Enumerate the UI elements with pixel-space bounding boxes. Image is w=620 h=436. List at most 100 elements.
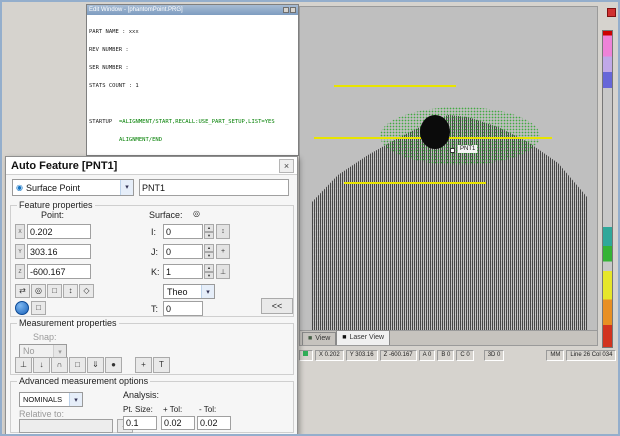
nominals-select[interactable]: NOMINALS ▾ bbox=[19, 392, 83, 407]
spinner-down-icon: ▾ bbox=[204, 272, 214, 280]
dialog-title: Auto Feature [PNT1] bbox=[11, 160, 117, 172]
spinner-up-icon: ▴ bbox=[204, 264, 214, 272]
spinner-up-icon: ▴ bbox=[204, 224, 214, 232]
surface-point-icon: ◉ bbox=[16, 183, 23, 192]
code-line: PART NAME : xxx bbox=[89, 29, 298, 35]
minus-tol-label: - Tol: bbox=[199, 405, 216, 414]
code-line: SER NUMBER : bbox=[89, 65, 298, 71]
double-arrow-down-icon[interactable]: ⇓ bbox=[87, 357, 104, 373]
advanced-options-label: Advanced measurement options bbox=[17, 376, 150, 386]
axis-y-button[interactable]: Y bbox=[15, 244, 25, 259]
analysis-label: Analysis: bbox=[123, 390, 159, 400]
perpendicular-icon[interactable]: ⊥ bbox=[15, 357, 32, 373]
laser-view[interactable]: PNT1 ■ View ■ Laser View bbox=[299, 6, 598, 346]
axis-z-button[interactable]: Z bbox=[15, 264, 25, 279]
feature-type-select[interactable]: ◉ Surface Point ▾ bbox=[12, 179, 134, 196]
status-a: A 0 bbox=[419, 350, 436, 361]
vector-k-input[interactable] bbox=[163, 264, 203, 279]
feature-type-value: Surface Point bbox=[26, 183, 80, 193]
tab-laser-view[interactable]: ■ Laser View bbox=[336, 330, 390, 345]
code-line: STARTUP=ALIGNMENT/START,RECALL:USE_PART_… bbox=[89, 119, 298, 125]
pt-size-input[interactable] bbox=[123, 416, 157, 430]
t-icon[interactable]: T bbox=[153, 357, 170, 373]
plus-tol-input[interactable] bbox=[161, 416, 195, 430]
status-b: B 0 bbox=[437, 350, 454, 361]
point-marker bbox=[450, 148, 455, 153]
feature-properties-label: Feature properties bbox=[17, 200, 95, 210]
read-point-button[interactable] bbox=[15, 301, 29, 315]
spinner-up-icon: ▴ bbox=[204, 244, 214, 252]
vector-i-aux-button[interactable]: ↕ bbox=[216, 224, 230, 239]
close-icon[interactable] bbox=[290, 7, 296, 13]
status-indicator bbox=[299, 350, 313, 361]
feature-properties-group: Feature properties Point: Surface: ◎ X Y… bbox=[10, 205, 294, 317]
square-icon[interactable]: □ bbox=[69, 357, 86, 373]
collapse-dialog-button[interactable]: << bbox=[261, 298, 293, 314]
advanced-options-group: Advanced measurement options NOMINALS ▾ … bbox=[10, 381, 294, 433]
feature-id-input[interactable] bbox=[139, 179, 289, 196]
point-y-input[interactable] bbox=[27, 244, 91, 259]
spinner-down-icon: ▾ bbox=[204, 232, 214, 240]
status-c: C 0 bbox=[456, 350, 473, 361]
vector-i-input[interactable] bbox=[163, 224, 203, 239]
status-bar: X 0.202 Y 303.16 Z -600.167 A 0 B 0 C 0 … bbox=[299, 349, 618, 362]
box-icon[interactable]: □ bbox=[47, 284, 62, 298]
close-icon[interactable]: × bbox=[279, 159, 294, 173]
minus-tol-input[interactable] bbox=[197, 416, 231, 430]
box-toggle-button[interactable]: □ bbox=[31, 301, 46, 315]
snap-select: No ▾ bbox=[19, 344, 67, 358]
scan-line bbox=[344, 182, 486, 184]
snap-value: No bbox=[23, 346, 35, 356]
relative-to-input bbox=[19, 419, 113, 433]
vector-i-label: I: bbox=[151, 227, 156, 237]
updown-icon[interactable]: ↕ bbox=[63, 284, 78, 298]
diamond-icon[interactable]: ◇ bbox=[79, 284, 94, 298]
code-line bbox=[89, 101, 298, 107]
vector-i-spinner[interactable]: ▴▾ bbox=[204, 224, 214, 239]
auto-feature-dialog: Auto Feature [PNT1] × ◉ Surface Point ▾ … bbox=[5, 156, 298, 435]
swap-axes-icon[interactable]: ⇄ bbox=[15, 284, 30, 298]
status-y: Y 303.16 bbox=[346, 350, 378, 361]
vector-k-aux-button[interactable]: ⊥ bbox=[216, 264, 230, 279]
code-editor[interactable]: PART NAME : xxx REV NUMBER : SER NUMBER … bbox=[87, 15, 298, 154]
sphere-target bbox=[420, 115, 450, 149]
point-z-input[interactable] bbox=[27, 264, 91, 279]
plus-icon[interactable]: + bbox=[135, 357, 152, 373]
arrow-down-icon[interactable]: ↓ bbox=[33, 357, 50, 373]
measurement-properties-group: Measurement properties Snap: No ▾ ⊥ ↓ ∩ … bbox=[10, 323, 294, 375]
target-icon[interactable]: ◎ bbox=[31, 284, 46, 298]
point-label: Point: bbox=[41, 210, 64, 220]
edit-window: Edit Window - [phantomPoint.PRG] PART NA… bbox=[86, 4, 299, 156]
vector-j-spinner[interactable]: ▴▾ bbox=[204, 244, 214, 259]
pcdmis-window: Edit Window - [phantomPoint.PRG] PART NA… bbox=[0, 0, 620, 436]
code-line: STATS COUNT : 1 bbox=[89, 83, 298, 89]
chevron-down-icon: ▾ bbox=[53, 345, 66, 357]
status-cursor-position: Line 26 Col 034 bbox=[566, 350, 616, 361]
axis-x-button[interactable]: X bbox=[15, 224, 25, 239]
theo-select[interactable]: Theo ▾ bbox=[163, 284, 215, 299]
vector-k-spinner[interactable]: ▴▾ bbox=[204, 264, 214, 279]
t-input[interactable] bbox=[163, 301, 203, 316]
window-buttons[interactable] bbox=[283, 7, 296, 13]
code-line: ALIGNMENT/END bbox=[89, 137, 298, 143]
edit-window-title: Edit Window - [phantomPoint.PRG] bbox=[89, 5, 183, 15]
surface-vector-icon: ◎ bbox=[193, 209, 200, 218]
arc-icon[interactable]: ∩ bbox=[51, 357, 68, 373]
edit-window-titlebar[interactable]: Edit Window - [phantomPoint.PRG] bbox=[87, 5, 298, 15]
measurement-properties-label: Measurement properties bbox=[17, 318, 119, 328]
status-3d: 3D 0 bbox=[484, 350, 505, 361]
view-tab-icon: ■ bbox=[308, 334, 312, 344]
machine-status-icon bbox=[303, 351, 308, 356]
chevron-down-icon: ▾ bbox=[201, 285, 214, 298]
pnt1-label: PNT1 bbox=[458, 145, 477, 153]
tab-view[interactable]: ■ View bbox=[302, 332, 336, 345]
dot-icon[interactable]: ● bbox=[105, 357, 122, 373]
vector-j-aux-button[interactable]: + bbox=[216, 244, 230, 259]
laser-view-tab-icon: ■ bbox=[342, 333, 346, 343]
relative-to-label: Relative to: bbox=[19, 409, 64, 419]
dialog-titlebar[interactable]: Auto Feature [PNT1] bbox=[6, 157, 297, 175]
code-line: REV NUMBER : bbox=[89, 47, 298, 53]
minimize-icon[interactable] bbox=[283, 7, 289, 13]
vector-j-input[interactable] bbox=[163, 244, 203, 259]
point-x-input[interactable] bbox=[27, 224, 91, 239]
